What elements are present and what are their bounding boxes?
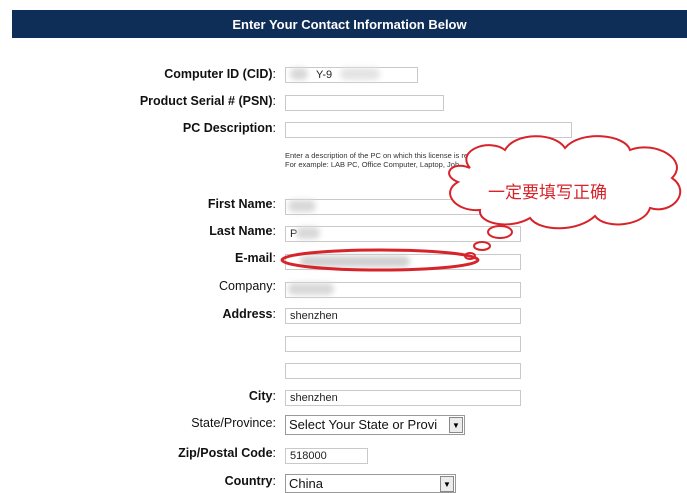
redaction-blur	[300, 256, 410, 267]
pc-description-hint-line1: Enter a description of the PC on which t…	[285, 151, 497, 160]
state-select[interactable]: Select Your State or Provi ▼	[285, 415, 465, 435]
chevron-down-icon[interactable]: ▼	[440, 476, 454, 492]
state-label: State/Province:	[191, 416, 276, 430]
psn-label: Product Serial # (PSN):	[139, 94, 276, 108]
country-label: Country:	[224, 474, 276, 488]
city-input[interactable]: shenzhen	[285, 390, 521, 406]
redaction-blur	[296, 227, 320, 239]
pc-description-hint-line2: For example: LAB PC, Office Computer, La…	[285, 160, 460, 169]
first-name-input[interactable]	[285, 199, 521, 215]
address-label: Address:	[222, 307, 276, 321]
form-header: Enter Your Contact Information Below	[12, 10, 687, 38]
first-name-label: First Name:	[207, 197, 276, 211]
city-label: City:	[248, 389, 276, 403]
annotation-text: 一定要填写正确	[488, 183, 607, 203]
chevron-down-icon[interactable]: ▼	[449, 417, 463, 433]
redaction-blur	[340, 68, 380, 80]
redaction-blur	[290, 68, 308, 80]
pc-description-label: PC Description:	[182, 121, 276, 135]
address-line1-input[interactable]: shenzhen	[285, 308, 521, 324]
cid-label: Computer ID (CID):	[164, 67, 276, 81]
pc-description-hint: Enter a description of the PC on which t…	[285, 151, 497, 169]
psn-input[interactable]	[285, 95, 444, 111]
redaction-blur	[288, 200, 316, 212]
email-label: E-mail:	[235, 251, 276, 265]
last-name-input[interactable]: P	[285, 226, 521, 242]
country-select[interactable]: China ▼	[285, 474, 456, 493]
zip-label: Zip/Postal Code:	[178, 446, 276, 460]
address-line2-input[interactable]	[285, 336, 521, 352]
form-header-title: Enter Your Contact Information Below	[232, 16, 467, 32]
address-line3-input[interactable]	[285, 363, 521, 379]
pc-description-input[interactable]	[285, 122, 572, 138]
last-name-label: Last Name:	[209, 224, 276, 238]
company-label: Company:	[219, 279, 276, 293]
redaction-blur	[288, 283, 334, 295]
zip-input[interactable]: 518000	[285, 448, 368, 464]
